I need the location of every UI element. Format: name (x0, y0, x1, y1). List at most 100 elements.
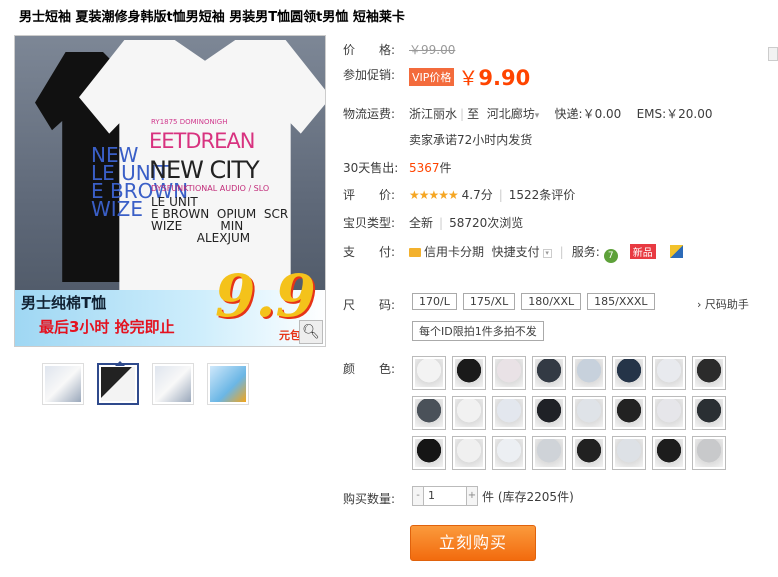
swatch-thumbnail (575, 399, 603, 427)
color-swatch[interactable] (452, 436, 486, 470)
rating-label: 评 价: (343, 188, 396, 202)
color-swatch[interactable] (532, 436, 566, 470)
quantity-decrease-button[interactable]: - (412, 486, 424, 506)
vip-badge[interactable]: VIP价格 (409, 68, 455, 86)
color-swatch[interactable] (492, 356, 526, 390)
size-options: 170/L 175/XL 180/XXL 185/XXXL (412, 293, 661, 310)
seven-day-return-icon[interactable]: 7 (603, 249, 618, 263)
swatch-thumbnail (415, 399, 443, 427)
scrollbar[interactable] (768, 47, 778, 61)
swatch-thumbnail (455, 439, 483, 467)
size-limit-notice: 每个ID限拍1件多拍不发 (412, 321, 550, 341)
color-swatch[interactable] (612, 396, 646, 430)
color-swatch[interactable] (692, 356, 726, 390)
size-option-180-xxl[interactable]: 180/XXL (521, 293, 582, 310)
promo-price: 9.90 (478, 66, 531, 90)
color-swatch[interactable] (412, 436, 446, 470)
ship-promise: 卖家承诺72小时内发货 (409, 133, 533, 147)
color-swatch[interactable] (652, 356, 686, 390)
promo-label: 参加促销: (343, 68, 396, 82)
quantity-stepper: - 1 + 件 (库存2205件) (412, 486, 574, 506)
color-swatch[interactable] (652, 396, 686, 430)
swatch-thumbnail (495, 439, 523, 467)
color-swatch[interactable] (532, 396, 566, 430)
print-line-2: EETDREAN (149, 129, 255, 153)
swatch-thumbnail (695, 439, 723, 467)
thumbnail-4[interactable] (207, 363, 249, 405)
color-swatch[interactable] (652, 436, 686, 470)
size-helper-link[interactable]: › 尺码助手 (697, 296, 749, 312)
swatch-thumbnail (455, 399, 483, 427)
size-row: 尺 码: (343, 296, 409, 313)
price-row: 价 格: ￥99.00 (343, 41, 455, 58)
ems-fee: EMS:￥20.00 (636, 107, 713, 121)
banner-price-unit: 元包 (279, 329, 301, 342)
services-label: 服务: (571, 245, 600, 259)
rating-row: 评 价: ★★★★★ 4.7分 | 1522条评价 (343, 188, 576, 202)
sales-count: 5367 (409, 161, 440, 175)
thumbnail-strip (42, 361, 249, 405)
banner-subtitle: 最后3小时 抢完即止 (39, 318, 175, 336)
color-swatch[interactable] (692, 396, 726, 430)
print-line-1: RY1875 DOMINONIGH (151, 118, 228, 126)
color-swatch[interactable] (452, 396, 486, 430)
color-swatch[interactable] (412, 396, 446, 430)
color-swatch[interactable] (492, 396, 526, 430)
swatch-thumbnail (415, 439, 443, 467)
quantity-increase-button[interactable]: + (466, 486, 478, 506)
payment-installment[interactable]: 信用卡分期 (424, 245, 484, 259)
color-swatch[interactable] (692, 436, 726, 470)
buy-now-button[interactable]: 立刻购买 (410, 525, 536, 561)
limit-text: 每个ID限拍1件多拍不发 (412, 321, 544, 341)
color-swatch[interactable] (612, 436, 646, 470)
swatch-thumbnail (655, 399, 683, 427)
swatch-thumbnail (535, 359, 563, 387)
swatch-thumbnail (695, 359, 723, 387)
size-option-175-xl[interactable]: 175/XL (462, 293, 516, 310)
thumbnail-1[interactable] (42, 363, 84, 405)
original-price: ￥99.00 (409, 43, 456, 57)
item-condition: 全新 (409, 216, 434, 230)
color-swatch[interactable] (492, 436, 526, 470)
new-item-badge[interactable]: 新品 (629, 244, 656, 259)
print-line-5: LE UNIT E BROWN OPIUM SCR WIZE MIN ALEXJ… (151, 195, 289, 245)
payment-quick[interactable]: 快捷支付 (492, 245, 540, 259)
sales-row: 30天售出: 5367件 (343, 159, 452, 176)
credit-card-icon (409, 248, 421, 257)
color-swatch[interactable] (572, 356, 606, 390)
color-swatch[interactable] (532, 356, 566, 390)
swatch-thumbnail (575, 439, 603, 467)
promo-currency: ￥ (458, 66, 479, 90)
payment-dropdown-icon[interactable]: ▾ (542, 249, 552, 258)
size-option-170-l[interactable]: 170/L (412, 293, 457, 310)
thumbnail-3[interactable] (152, 363, 194, 405)
service-icon[interactable] (669, 245, 683, 258)
color-swatch[interactable] (412, 356, 446, 390)
color-swatch[interactable] (572, 396, 606, 430)
quantity-input[interactable]: 1 (424, 486, 466, 506)
main-product-image[interactable]: NEW LE UNIT E BROWN WIZE RY1875 DOMINONI… (14, 35, 326, 347)
thumbnail-2[interactable] (97, 361, 139, 405)
color-swatch[interactable] (572, 436, 606, 470)
swatch-thumbnail (655, 359, 683, 387)
color-swatch[interactable] (612, 356, 646, 390)
swatch-thumbnail (695, 399, 723, 427)
chevron-right-icon: › (697, 298, 702, 311)
banner-title: 男士纯棉T恤 (21, 294, 107, 312)
stock-unit: 件 (482, 489, 495, 504)
size-option-185-xxxl[interactable]: 185/XXXL (587, 293, 655, 310)
swatch-thumbnail (495, 359, 523, 387)
print-line-3: NEW CITY (149, 156, 260, 184)
ship-from: 浙江丽水 (409, 107, 458, 121)
size-helper-label: 尺码助手 (704, 298, 749, 311)
chevron-down-icon[interactable]: ▾ (535, 111, 540, 121)
color-swatch[interactable] (452, 356, 486, 390)
review-count-link[interactable]: 1522条评价 (509, 188, 576, 202)
rating-stars-icon: ★★★★★ (409, 188, 459, 202)
price-label: 价 格: (343, 43, 396, 57)
ship-to-location[interactable]: 河北廊坊 (487, 107, 535, 121)
stock-count: (库存2205件) (497, 489, 574, 504)
zoom-icon[interactable]: 🔍︎ (299, 320, 323, 344)
product-title: 男士短袖 夏装潮修身韩版t恤男短袖 男装男T恤圆领t男恤 短袖莱卡 (19, 10, 405, 25)
swatch-thumbnail (615, 439, 643, 467)
